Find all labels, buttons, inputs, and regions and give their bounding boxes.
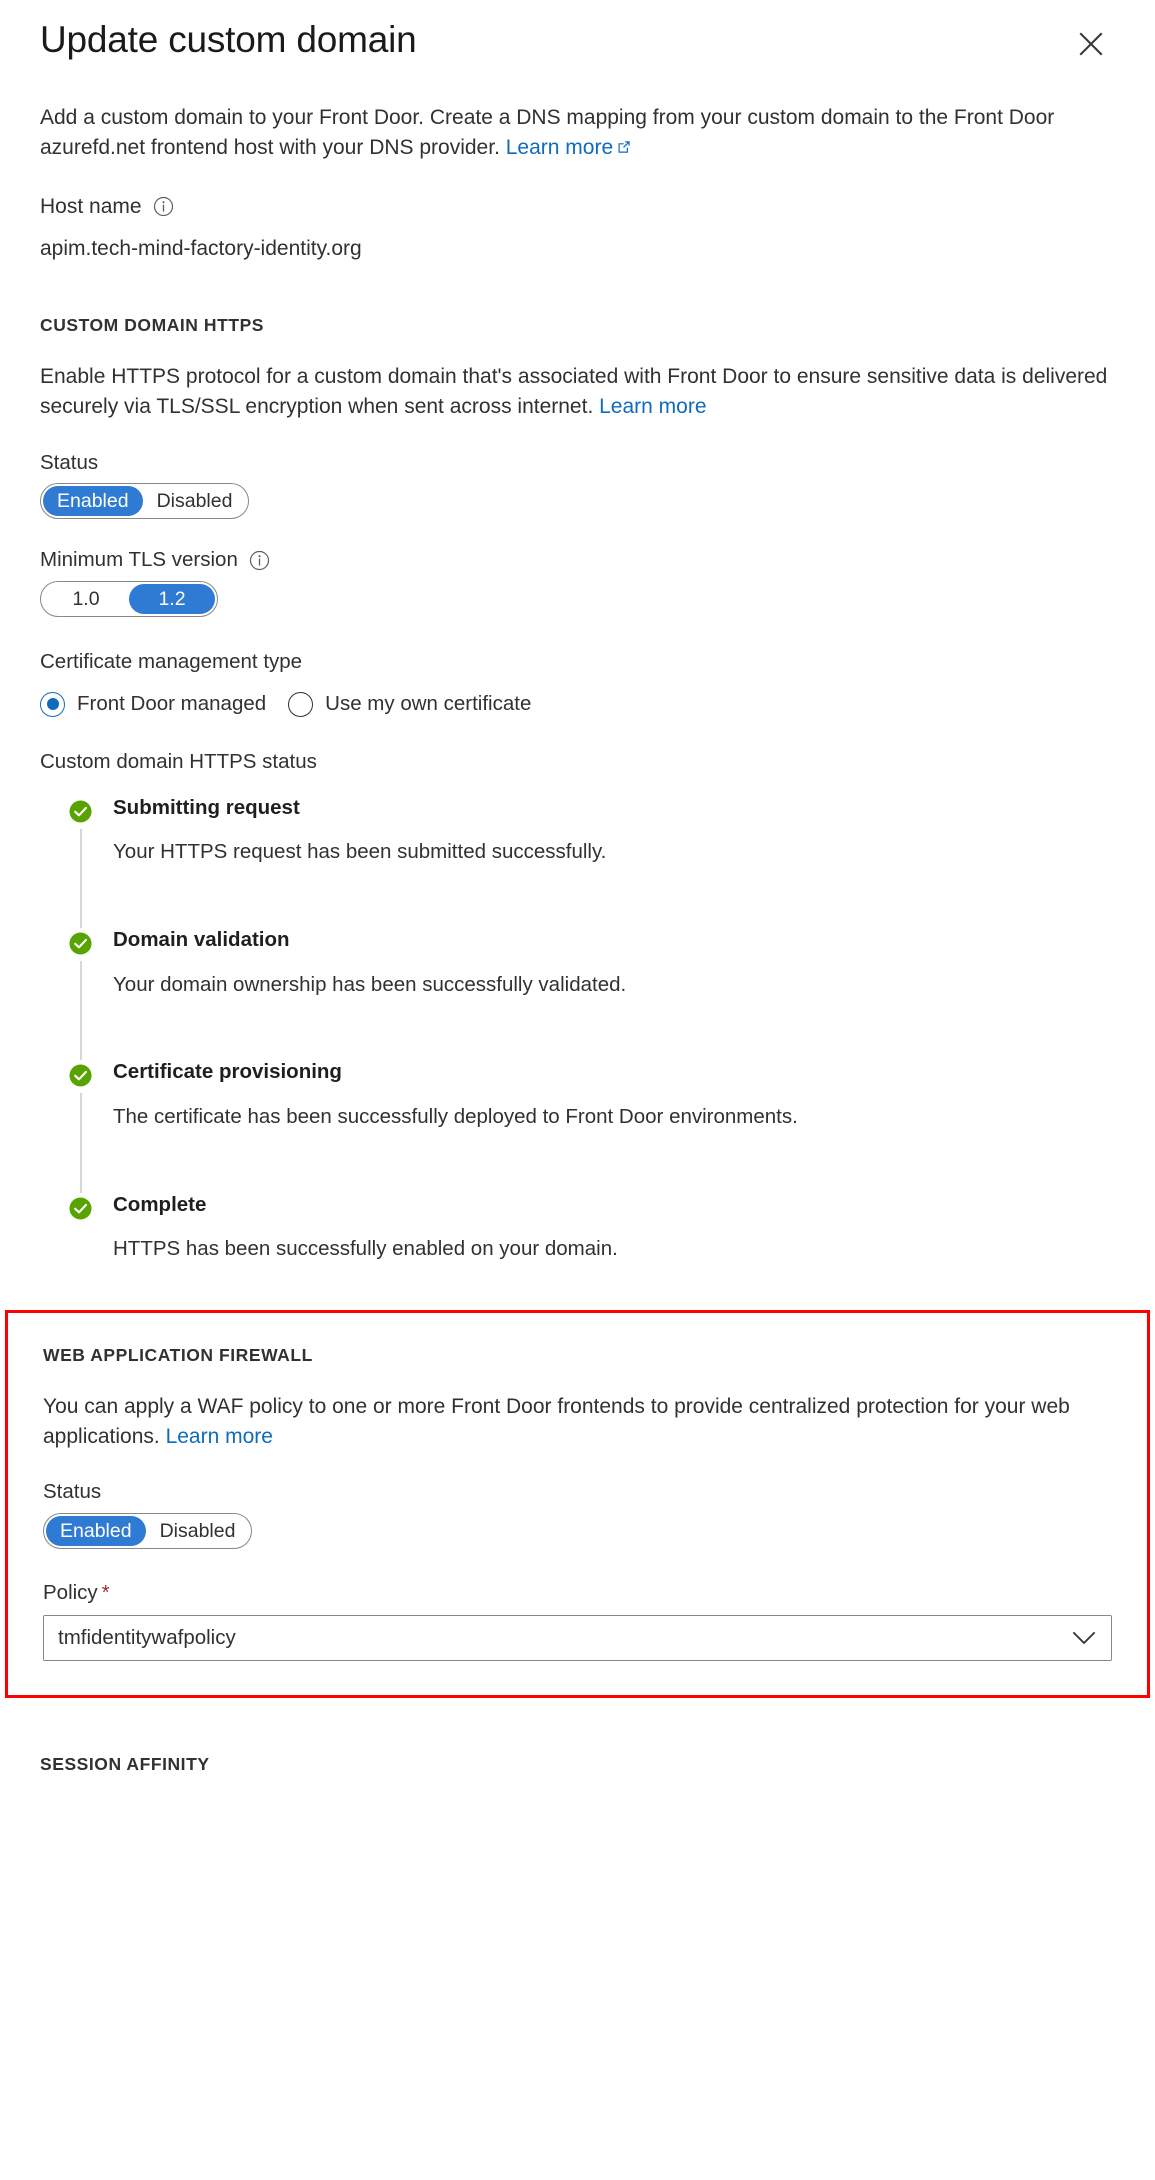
waf-status-label: Status <box>43 1480 1112 1505</box>
https-status-option-disabled[interactable]: Disabled <box>143 486 247 516</box>
status-step-title: Certificate provisioning <box>113 1060 342 1084</box>
radio-use-my-own-certificate[interactable]: Use my own certificate <box>288 691 532 717</box>
check-circle-icon <box>69 1064 92 1087</box>
waf-policy-label: Policy * <box>43 1581 1112 1605</box>
chevron-down-icon <box>1071 1630 1097 1646</box>
https-status-steps: Submitting request Your HTTPS request ha… <box>40 796 1115 1263</box>
radio-dot-selected-icon <box>40 691 65 717</box>
intro-learn-more-link[interactable]: Learn more <box>506 136 613 159</box>
check-circle-icon <box>69 932 92 955</box>
status-step: Domain validation Your domain ownership … <box>40 928 1115 1061</box>
https-status-toggle[interactable]: Enabled Disabled <box>40 483 250 520</box>
radio-front-door-managed-label: Front Door managed <box>77 692 267 716</box>
intro-text: Add a custom domain to your Front Door. … <box>40 103 1115 164</box>
status-step-description: HTTPS has been successfully enabled on y… <box>113 1237 618 1261</box>
status-step: Complete HTTPS has been successfully ena… <box>40 1193 1115 1263</box>
status-step: Submitting request Your HTTPS request ha… <box>40 795 1115 929</box>
host-name-label-text: Host name <box>40 194 142 218</box>
panel-header: Update custom domain <box>0 0 1155 88</box>
step-connector <box>80 961 82 1061</box>
waf-policy-dropdown[interactable]: tmfidentitywafpolicy <box>43 1614 1112 1661</box>
certificate-management-type-radio-group: Front Door managed Use my own certificat… <box>40 691 1115 717</box>
https-status-label: Status <box>40 451 1115 476</box>
waf-section-description: You can apply a WAF policy to one or mor… <box>43 1392 1112 1452</box>
waf-policy-label-text: Policy <box>43 1580 98 1604</box>
step-connector <box>80 1093 82 1193</box>
min-tls-version-toggle[interactable]: 1.0 1.2 <box>40 580 218 617</box>
required-marker: * <box>101 1581 110 1604</box>
min-tls-version-label-text: Minimum TLS version <box>40 548 238 572</box>
update-custom-domain-panel: Update custom domain Add a custom domain… <box>0 0 1155 2180</box>
status-step-description: Your domain ownership has been successfu… <box>113 972 627 996</box>
waf-section-title: WEB APPLICATION FIREWALL <box>43 1344 313 1365</box>
https-status-label-text: Status <box>40 450 99 474</box>
host-name-value: apim.tech-mind-factory-identity.org <box>40 236 362 260</box>
certificate-management-type-label: Certificate management type <box>40 649 303 673</box>
waf-policy-selected-value: tmfidentitywafpolicy <box>58 1625 236 1649</box>
status-step-title: Complete <box>113 1192 207 1216</box>
host-name-label: Host name <box>40 194 1115 219</box>
status-step-description: Your HTTPS request has been submitted su… <box>113 840 607 864</box>
info-icon[interactable] <box>249 550 270 571</box>
check-circle-icon <box>69 1197 92 1220</box>
custom-domain-https-status-label: Custom domain HTTPS status <box>40 749 317 773</box>
info-icon[interactable] <box>153 196 174 217</box>
waf-learn-more-link[interactable]: Learn more <box>166 1425 273 1448</box>
page-title: Update custom domain <box>40 19 417 60</box>
status-step-title: Submitting request <box>113 795 300 819</box>
min-tls-version-label: Minimum TLS version <box>40 548 1115 573</box>
waf-status-toggle[interactable]: Enabled Disabled <box>43 1512 253 1549</box>
tls-option-1-0[interactable]: 1.0 <box>43 584 129 614</box>
https-status-option-enabled[interactable]: Enabled <box>43 486 143 517</box>
waf-status-option-enabled[interactable]: Enabled <box>46 1515 146 1546</box>
step-connector <box>80 828 82 929</box>
radio-use-my-own-certificate-label: Use my own certificate <box>325 692 532 716</box>
tls-option-1-2[interactable]: 1.2 <box>129 583 215 614</box>
https-section-description-text: Enable HTTPS protocol for a custom domai… <box>40 365 1108 418</box>
radio-dot-icon <box>288 691 314 717</box>
close-icon[interactable] <box>1069 22 1113 66</box>
waf-status-label-text: Status <box>43 1480 102 1504</box>
status-step-description: The certificate has been successfully de… <box>113 1104 798 1128</box>
panel-body: Add a custom domain to your Front Door. … <box>0 103 1155 1263</box>
status-step: Certificate provisioning The certificate… <box>40 1060 1115 1193</box>
web-application-firewall-section: WEB APPLICATION FIREWALL You can apply a… <box>5 1309 1150 1698</box>
https-section-description: Enable HTTPS protocol for a custom domai… <box>40 362 1110 422</box>
custom-domain-https-section-title: CUSTOM DOMAIN HTTPS <box>40 315 265 335</box>
session-affinity-section-title: SESSION AFFINITY <box>40 1753 210 1774</box>
status-step-title: Domain validation <box>113 928 290 952</box>
external-link-icon <box>616 134 632 164</box>
radio-front-door-managed[interactable]: Front Door managed <box>40 691 267 717</box>
check-circle-icon <box>69 800 92 823</box>
waf-status-option-disabled[interactable]: Disabled <box>146 1516 250 1546</box>
https-learn-more-link[interactable]: Learn more <box>599 395 706 418</box>
